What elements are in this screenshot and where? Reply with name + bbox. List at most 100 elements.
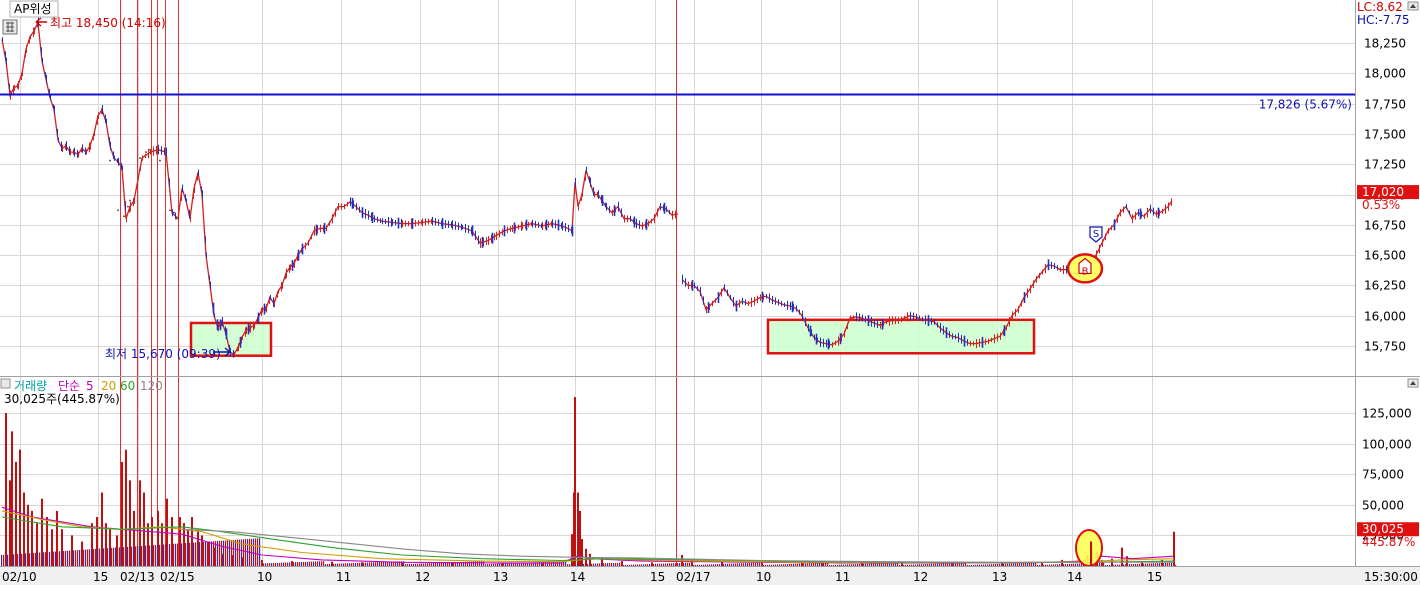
volume-bar (633, 564, 635, 566)
volume-bar (903, 564, 905, 566)
volume-bar (773, 564, 775, 566)
volume-bar (57, 551, 59, 566)
volume-bar (9, 480, 11, 566)
price-tick-label: 16,500 (1364, 249, 1406, 263)
volume-bar (593, 563, 595, 566)
volume-bar (941, 563, 943, 566)
volume-bar (35, 552, 37, 566)
volume-bar (627, 564, 629, 566)
volume-bar (975, 564, 977, 566)
volume-bar (129, 546, 131, 566)
volume-bar (137, 546, 139, 566)
volume-bar (433, 563, 435, 566)
volume-bar (841, 564, 843, 566)
x-tick-label: 15 (650, 570, 665, 584)
volume-bar (679, 562, 681, 566)
volume-bar (829, 565, 831, 566)
volume-bar (45, 552, 47, 566)
volume-bar (567, 564, 569, 566)
volume-bar (291, 562, 293, 566)
volume-bar (919, 564, 921, 566)
volume-bar (1057, 564, 1059, 566)
volume-bar (359, 562, 361, 566)
volume-bar (733, 563, 735, 566)
volume-bar (755, 562, 757, 566)
volume-bar (737, 563, 739, 566)
volume-bar (157, 544, 159, 566)
volume-bar (309, 561, 311, 566)
volume-bar (223, 540, 225, 566)
volume-bar (595, 563, 597, 566)
volume-bar (607, 563, 609, 566)
volume-bar (339, 563, 341, 566)
volume-bar (85, 549, 87, 566)
price-tick-label: 18,250 (1364, 37, 1406, 51)
volume-bar (877, 563, 879, 566)
volume-bar (107, 548, 109, 566)
volume-bar (805, 563, 807, 566)
volume-settings-icon[interactable] (0, 378, 11, 389)
volume-bar (299, 562, 301, 566)
volume-bar (1159, 563, 1161, 566)
volume-bar (741, 563, 743, 566)
volume-bar (739, 563, 741, 566)
volume-bar (581, 539, 583, 566)
volume-bar (201, 542, 203, 566)
volume-bar (185, 543, 187, 566)
volume-bar (1123, 564, 1125, 566)
volume-bar (5, 413, 7, 566)
volume-bar (871, 563, 873, 566)
volume-bar (813, 563, 815, 566)
volume-bar (1047, 564, 1049, 566)
volume-bar (141, 545, 143, 566)
volume-bar (833, 564, 835, 566)
volume-bar (601, 563, 603, 566)
volume-bar (969, 564, 971, 566)
volume-bar (313, 561, 315, 566)
x-tick-label: 15 (93, 570, 108, 584)
volume-bar (175, 543, 177, 566)
volume-bar (475, 561, 477, 566)
volume-bar (1025, 562, 1027, 566)
volume-bar (191, 542, 193, 566)
volume-bar (265, 563, 267, 566)
volume-bar (143, 545, 145, 566)
volume-bar (639, 564, 641, 566)
volume-bar (1127, 564, 1129, 566)
volume-bar (61, 551, 63, 566)
volume-bar (637, 564, 639, 566)
volume-bar (413, 563, 415, 566)
volume-bar (47, 551, 49, 566)
volume-bar (821, 562, 823, 566)
volume-bar (553, 561, 555, 566)
legend-simple: 단순 (58, 379, 80, 393)
volume-bar (1125, 564, 1127, 566)
volume-bar (765, 564, 767, 566)
volume-bar (293, 562, 295, 566)
volume-bar (917, 564, 919, 566)
volume-bar (867, 563, 869, 566)
volume-readout: 30,025주(445.87%) (4, 392, 120, 406)
volume-bar (169, 544, 171, 566)
x-tick-label: 02/10 (2, 570, 37, 584)
volume-bar (1129, 564, 1131, 566)
volume-bar (421, 563, 423, 566)
volume-bar (179, 543, 181, 566)
volume-bar (15, 554, 17, 566)
volume-bar (295, 562, 297, 566)
volume-bar (691, 565, 693, 566)
volume-bar (719, 564, 721, 566)
legend-volume: 거래량 (14, 379, 47, 393)
volume-bar (843, 564, 845, 566)
volume-bar (835, 564, 837, 566)
volume-bar (43, 552, 45, 566)
volume-bar (213, 541, 215, 566)
gap-tick-dot (129, 199, 131, 202)
y-axis-panel (1355, 0, 1420, 585)
volume-bar (205, 541, 207, 566)
volume-bar (153, 545, 155, 566)
volume-bar (1137, 563, 1139, 566)
volume-bar (687, 562, 689, 566)
volume-bar (171, 543, 173, 566)
volume-bar (907, 564, 909, 566)
